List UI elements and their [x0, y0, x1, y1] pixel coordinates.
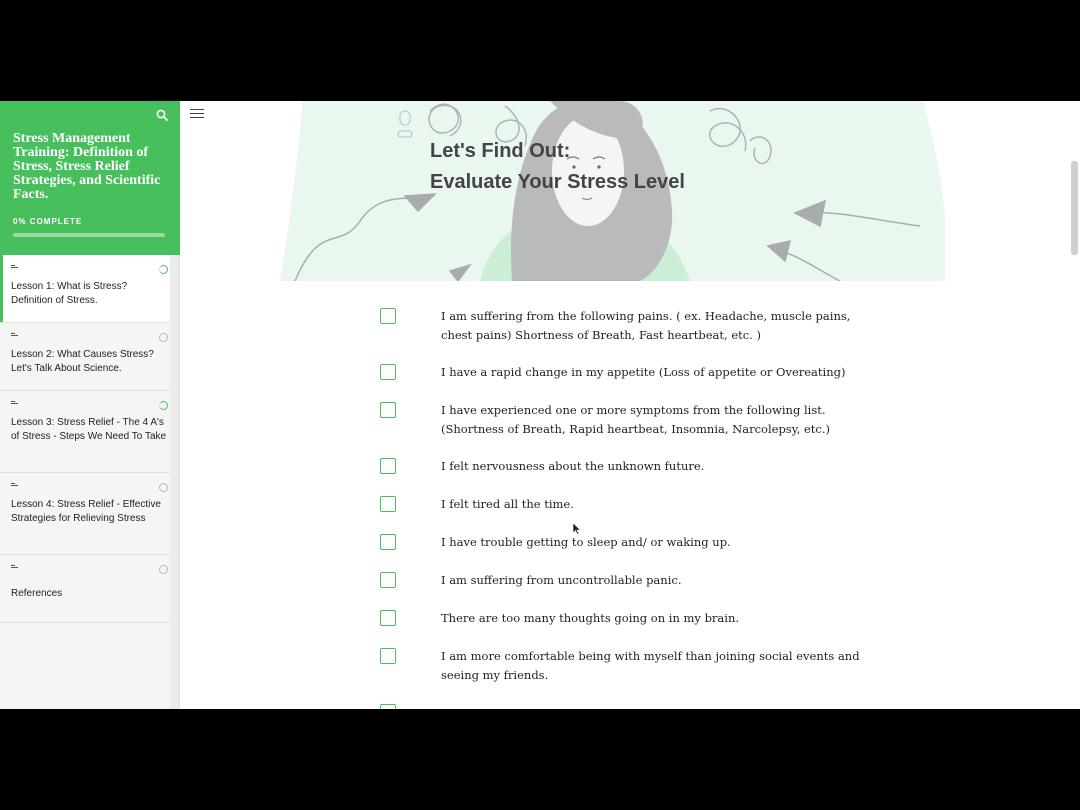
hero-banner: Let's Find Out: Evaluate Your Stress Lev… — [280, 101, 945, 281]
checkbox[interactable] — [380, 402, 396, 418]
lesson-title: Lesson 4: Stress Relief - Effective Stra… — [11, 499, 161, 524]
checklist-item-text: I have a rapid change in my appetite (Lo… — [441, 365, 846, 379]
checklist-item-text: I felt tired all the time. — [441, 497, 574, 511]
content-scrollbar[interactable] — [1071, 161, 1078, 255]
progress-status-icon — [159, 401, 168, 410]
progress-status-icon — [159, 565, 168, 574]
checklist-item-text: I am suffering from the following pains.… — [441, 309, 851, 342]
checklist-item-text: I have experienced one or more symptoms … — [441, 403, 830, 436]
progress-status-icon — [159, 265, 168, 274]
progress-bar — [13, 233, 165, 237]
lesson-title: Lesson 2: What Causes Stress? Let's Talk… — [11, 349, 154, 374]
progress-status-icon — [159, 333, 168, 342]
checkbox[interactable] — [380, 610, 396, 626]
checklist-item-text: I am suffering from uncontrollable panic… — [441, 573, 682, 587]
course-sidebar: Stress Management Training: Definition o… — [0, 101, 180, 709]
checkbox[interactable] — [380, 458, 396, 474]
checklist-item-text: I am more comfortable being with myself … — [441, 649, 860, 682]
lesson-title: Lesson 1: What is Stress? Definition of … — [11, 281, 128, 306]
text-lesson-icon — [11, 401, 19, 407]
checklist-item-text: I have trouble getting to sleep and/ or … — [441, 535, 731, 549]
sidebar-item-lesson-4[interactable]: Lesson 4: Stress Relief - Effective Stra… — [0, 473, 170, 555]
checklist-item-text: I felt nervousness about the unknown fut… — [441, 459, 705, 473]
menu-icon[interactable] — [190, 109, 204, 121]
page-title-line-2: Evaluate Your Stress Level — [430, 171, 685, 193]
checkbox[interactable] — [380, 534, 396, 550]
page-title-line-1: Let's Find Out: — [430, 140, 571, 162]
progress-status-icon — [159, 483, 168, 492]
sidebar-scrollbar[interactable] — [170, 255, 179, 709]
text-lesson-icon — [11, 483, 19, 489]
checkbox[interactable] — [380, 496, 396, 512]
course-title[interactable]: Stress Management Training: Definition o… — [13, 132, 173, 202]
sidebar-header: Stress Management Training: Definition o… — [0, 101, 180, 255]
sidebar-item-lesson-2[interactable]: Lesson 2: What Causes Stress? Let's Talk… — [0, 323, 170, 391]
lesson-content: Let's Find Out: Evaluate Your Stress Lev… — [180, 101, 1080, 709]
checkbox[interactable] — [380, 308, 396, 324]
sidebar-item-lesson-1[interactable]: Lesson 1: What is Stress? Definition of … — [0, 255, 170, 323]
page-title: Let's Find Out: Evaluate Your Stress Lev… — [430, 136, 685, 198]
sidebar-item-references[interactable]: References — [0, 555, 170, 623]
checkbox[interactable] — [380, 572, 396, 588]
sidebar-item-lesson-3[interactable]: Lesson 3: Stress Relief - The 4 A's of S… — [0, 391, 170, 473]
progress-label: 0% COMPLETE — [13, 217, 83, 226]
app-window: Stress Management Training: Definition o… — [0, 101, 1080, 709]
checkbox[interactable] — [380, 704, 396, 709]
lesson-title: References — [11, 588, 63, 599]
text-lesson-icon — [11, 333, 19, 339]
checklist-item-text: There are too many thoughts going on in … — [441, 611, 740, 625]
checkbox[interactable] — [380, 648, 396, 664]
text-lesson-icon — [11, 265, 19, 271]
mouse-cursor-icon — [573, 523, 581, 535]
text-lesson-icon — [11, 565, 19, 571]
checkbox[interactable] — [380, 364, 396, 380]
lesson-title: Lesson 3: Stress Relief - The 4 A's of S… — [11, 417, 167, 442]
search-icon[interactable] — [156, 109, 168, 121]
